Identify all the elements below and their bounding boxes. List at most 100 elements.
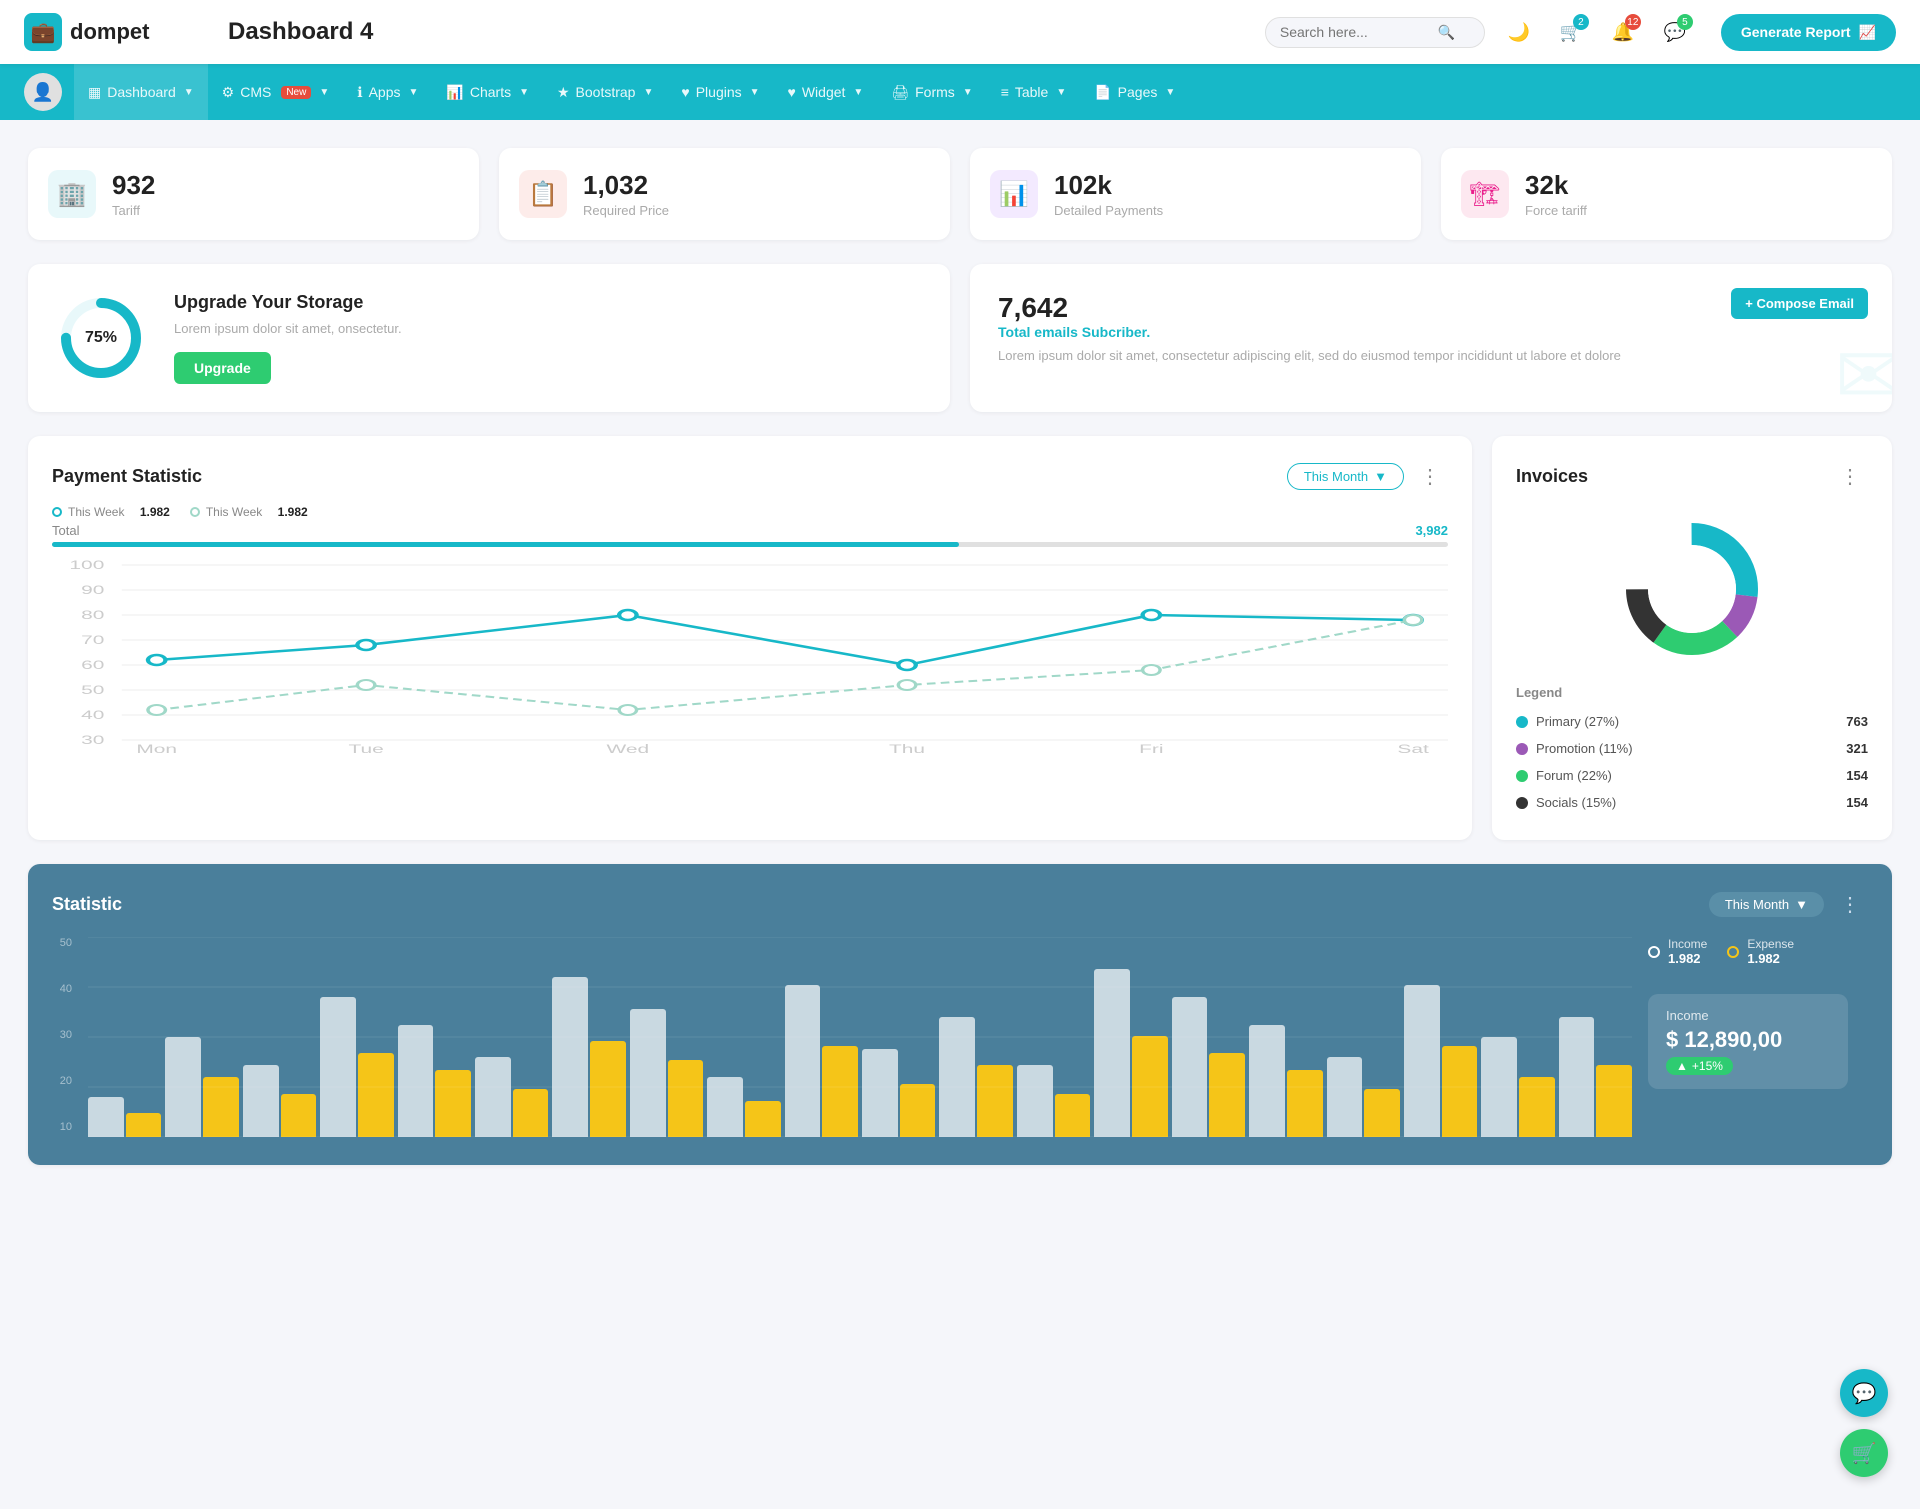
page-title: Dashboard 4: [228, 18, 1265, 46]
invoices-more-btn[interactable]: ⋮: [1832, 460, 1868, 493]
payment-more-btn[interactable]: ⋮: [1412, 460, 1448, 493]
bar-group: [398, 937, 471, 1137]
bar-yellow: [590, 1041, 626, 1137]
cms-nav-icon: ⚙: [222, 84, 235, 101]
legend-dot1: [52, 507, 62, 517]
storage-desc: Lorem ipsum dolor sit amet, onsectetur.: [174, 321, 402, 336]
detailed-payments-value: 102k: [1054, 170, 1163, 201]
bar-yellow: [358, 1053, 394, 1137]
force-tariff-label: Force tariff: [1525, 203, 1587, 218]
expense-legend-label: Expense: [1747, 937, 1794, 951]
bar-group: [1327, 937, 1400, 1137]
bar-group: [1404, 937, 1477, 1137]
bar-group: [165, 937, 238, 1137]
nav-item-bootstrap[interactable]: ★ Bootstrap ▼: [543, 64, 667, 120]
statistic-right-panel: Income 1.982 Expense 1.982 Income $: [1648, 937, 1868, 1141]
socials-color: [1516, 797, 1528, 809]
upgrade-button[interactable]: Upgrade: [174, 352, 271, 384]
compose-email-button[interactable]: + Compose Email: [1731, 288, 1868, 319]
nav-item-table[interactable]: ≡ Table ▼: [987, 64, 1081, 120]
email-desc: Lorem ipsum dolor sit amet, consectetur …: [998, 348, 1864, 363]
forum-count: 154: [1846, 768, 1868, 783]
plugins-nav-icon: ♥: [681, 84, 689, 100]
invoices-title: Invoices: [1516, 466, 1588, 487]
storage-info: Upgrade Your Storage Lorem ipsum dolor s…: [174, 292, 402, 384]
tariff-value: 932: [112, 170, 155, 201]
nav-item-forms[interactable]: 🖨 Forms ▼: [877, 64, 986, 120]
bar-group: [552, 937, 625, 1137]
bar-group: [1559, 937, 1632, 1137]
nav-item-apps[interactable]: ℹ Apps ▼: [343, 64, 432, 120]
bell-btn[interactable]: 🔔 12: [1605, 14, 1641, 50]
bar-white: [1327, 1057, 1363, 1137]
nav-item-plugins[interactable]: ♥ Plugins ▼: [667, 64, 773, 120]
income-legend-val: 1.982: [1668, 951, 1707, 966]
dashboard-arrow: ▼: [184, 87, 194, 98]
payment-total-row: Total 3,982: [52, 523, 1448, 538]
invoices-header: Invoices ⋮: [1516, 460, 1868, 493]
main-content: 🏢 932 Tariff 📋 1,032 Required Price 📊 10…: [0, 120, 1920, 1185]
bar-group: [88, 937, 161, 1137]
search-input[interactable]: [1280, 24, 1430, 40]
expense-legend: Expense 1.982: [1727, 937, 1794, 966]
bar-white: [862, 1049, 898, 1137]
dark-mode-btn[interactable]: 🌙: [1501, 14, 1537, 50]
nav-item-dashboard[interactable]: ▦ Dashboard ▼: [74, 64, 208, 120]
total-label: Total: [52, 523, 79, 538]
nav-bar: 👤 ▦ Dashboard ▼ ⚙ CMS New ▼ ℹ Apps ▼ 📊 C…: [0, 64, 1920, 120]
bar-group: [630, 937, 703, 1137]
storage-donut: 75%: [56, 293, 146, 383]
bar-yellow: [668, 1060, 704, 1137]
nav-item-charts[interactable]: 📊 Charts ▼: [432, 64, 543, 120]
generate-report-button[interactable]: Generate Report 📈: [1721, 14, 1896, 51]
this-month-filter[interactable]: This Month ▼: [1287, 463, 1404, 490]
pages-arrow: ▼: [1165, 87, 1175, 98]
legend-socials: Socials (15%) 154: [1516, 789, 1868, 816]
search-bar: 🔍: [1265, 17, 1485, 48]
bar-white: [939, 1017, 975, 1137]
statistic-month-filter[interactable]: This Month ▼: [1709, 892, 1824, 917]
filter-arrow-icon: ▼: [1374, 469, 1387, 484]
tariff-label: Tariff: [112, 203, 155, 218]
bar-white: [398, 1025, 434, 1137]
bar-yellow: [1364, 1089, 1400, 1137]
legend-dot2: [190, 507, 200, 517]
bar-group: [475, 937, 548, 1137]
svg-text:Fri: Fri: [1139, 742, 1163, 755]
statistic-chart-area: 50 40 30 20 10: [52, 937, 1868, 1141]
bar-group: [1017, 937, 1090, 1137]
income-panel-label: Income: [1666, 1008, 1830, 1023]
bar-white: [165, 1037, 201, 1137]
fab-cart-btn[interactable]: 🛒: [1840, 1429, 1888, 1477]
bar-group: [243, 937, 316, 1137]
bar-yellow: [822, 1046, 858, 1137]
nav-item-pages[interactable]: 📄 Pages ▼: [1080, 64, 1189, 120]
cart-badge: 2: [1573, 14, 1589, 30]
nav-item-cms[interactable]: ⚙ CMS New ▼: [208, 64, 344, 120]
bar-white: [1559, 1017, 1595, 1137]
stat-filter-arrow: ▼: [1795, 897, 1808, 912]
svg-text:30: 30: [81, 733, 104, 746]
statistic-more-btn[interactable]: ⋮: [1832, 888, 1868, 921]
svg-text:100: 100: [69, 558, 104, 571]
cms-arrow: ▼: [319, 87, 329, 98]
promotion-color: [1516, 743, 1528, 755]
chat-badge: 5: [1677, 14, 1693, 30]
legend-heading: Legend: [1516, 685, 1868, 700]
bar-group: [1094, 937, 1167, 1137]
charts-nav-icon: 📊: [446, 84, 463, 101]
nav-item-widget[interactable]: ♥ Widget ▼: [774, 64, 878, 120]
bar-group: [1249, 937, 1322, 1137]
legend-week2: This Week 1.982: [190, 505, 308, 519]
bar-group: [707, 937, 780, 1137]
bar-white: [88, 1097, 124, 1137]
bar-yellow: [900, 1084, 936, 1137]
cart-btn[interactable]: 🛒 2: [1553, 14, 1589, 50]
chat-btn[interactable]: 💬 5: [1657, 14, 1693, 50]
forms-nav-icon: 🖨: [891, 84, 909, 101]
fab-support-btn[interactable]: 💬: [1840, 1369, 1888, 1417]
force-tariff-value: 32k: [1525, 170, 1587, 201]
email-bg-icon: ✉: [1835, 329, 1892, 412]
bar-white: [1172, 997, 1208, 1137]
payment-header: Payment Statistic This Month ▼ ⋮: [52, 460, 1448, 493]
